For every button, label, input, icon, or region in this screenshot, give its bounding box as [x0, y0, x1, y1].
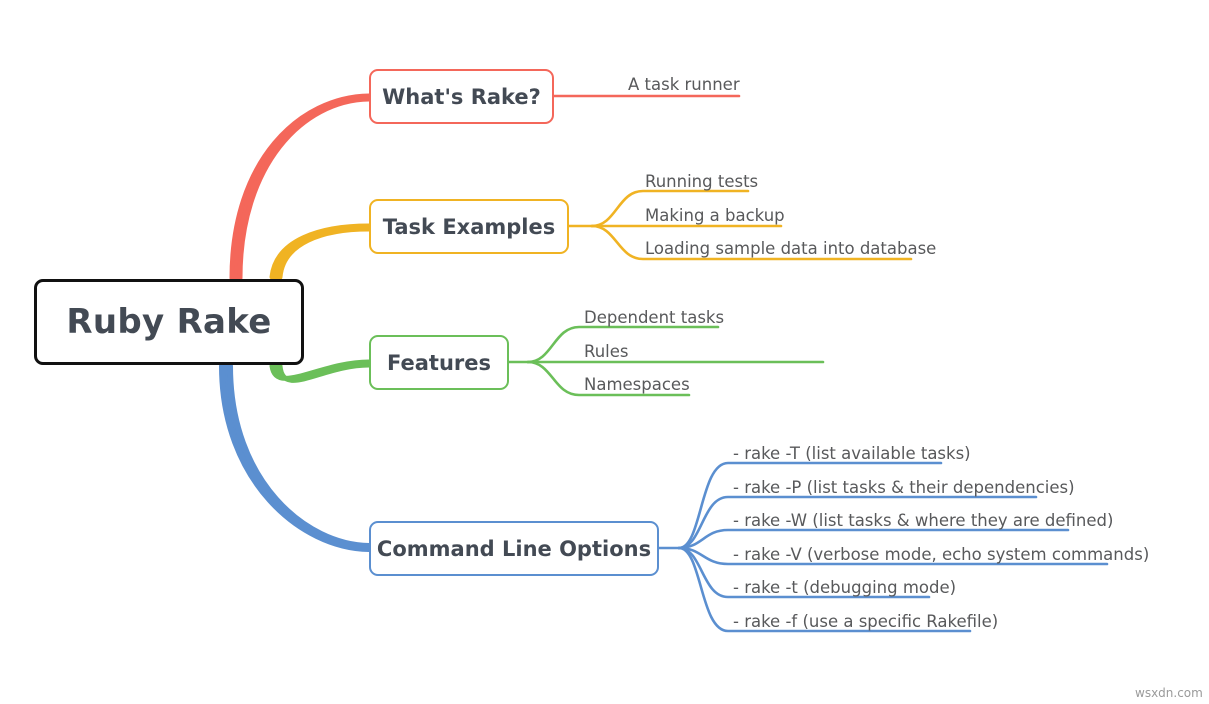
- connector-root-task-examples: [269, 223, 372, 280]
- leaf-command-line-options-1[interactable]: - rake -P (list tasks & their dependenci…: [733, 479, 1075, 497]
- branch-node-label-task-examples: Task Examples: [382, 214, 556, 239]
- branch-node-features[interactable]: Features: [369, 335, 509, 390]
- branch-node-whats-rake[interactable]: What's Rake?: [369, 69, 554, 124]
- branch-node-task-examples[interactable]: Task Examples: [369, 199, 569, 254]
- leaf-task-examples-0[interactable]: Running tests: [645, 173, 758, 191]
- root-node-ruby-rake[interactable]: Ruby Rake: [34, 279, 304, 365]
- leaf-features-1[interactable]: Rules: [584, 343, 629, 361]
- leaf-features-2[interactable]: Namespaces: [584, 376, 690, 394]
- connector-root-whats-rake: [229, 93, 372, 281]
- leaf-command-line-options-4[interactable]: - rake -t (debugging mode): [733, 579, 956, 597]
- leaf-command-line-options-3[interactable]: - rake -V (verbose mode, echo system com…: [733, 546, 1149, 564]
- branch-node-label-features: Features: [387, 350, 491, 375]
- leaf-whats-rake-0[interactable]: A task runner: [628, 76, 740, 94]
- watermark: wsxdn.com: [1135, 686, 1203, 700]
- leaf-task-examples-1[interactable]: Making a backup: [645, 207, 785, 225]
- branch-node-command-line-options[interactable]: Command Line Options: [369, 521, 659, 576]
- branch-node-label-command-line-options: Command Line Options: [376, 536, 652, 561]
- leaf-task-examples-2[interactable]: Loading sample data into database: [645, 240, 936, 258]
- leaf-features-0[interactable]: Dependent tasks: [584, 309, 724, 327]
- mindmap-canvas: Ruby Rake What's Rake? A task runner Tas…: [0, 0, 1209, 704]
- branch-node-label-whats-rake: What's Rake?: [382, 84, 541, 109]
- leaf-command-line-options-5[interactable]: - rake -f (use a specific Rakefile): [733, 613, 998, 631]
- connector-root-command-line-options: [219, 363, 372, 552]
- root-node-label: Ruby Rake: [66, 302, 272, 342]
- leaf-command-line-options-2[interactable]: - rake -W (list tasks & where they are d…: [733, 512, 1113, 530]
- leaf-command-line-options-0[interactable]: - rake -T (list available tasks): [733, 445, 971, 463]
